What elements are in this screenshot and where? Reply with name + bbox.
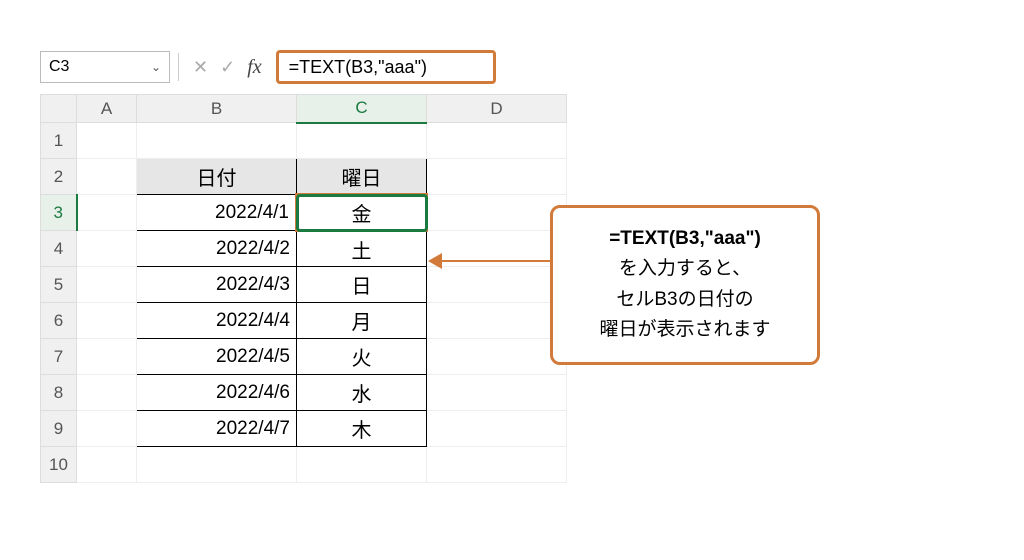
name-box-value: C3 — [49, 58, 69, 76]
cell-c8[interactable]: 水 — [297, 375, 427, 411]
cell-d1[interactable] — [427, 123, 567, 159]
cell-a4[interactable] — [77, 231, 137, 267]
cell-a3[interactable] — [77, 195, 137, 231]
col-header-d[interactable]: D — [427, 95, 567, 123]
toolbar-divider — [178, 53, 179, 81]
cell-a8[interactable] — [77, 375, 137, 411]
cell-b10[interactable] — [137, 447, 297, 483]
row-header-3[interactable]: 3 — [41, 195, 77, 231]
cell-a5[interactable] — [77, 267, 137, 303]
cell-c1[interactable] — [297, 123, 427, 159]
annotation-arrow-line — [435, 260, 550, 262]
row-header-1[interactable]: 1 — [41, 123, 77, 159]
cell-d7[interactable] — [427, 339, 567, 375]
col-header-a[interactable]: A — [77, 95, 137, 123]
callout-formula: =TEXT(B3,"aaa") — [565, 224, 805, 254]
cell-c4[interactable]: 土 — [297, 231, 427, 267]
annotation-callout: =TEXT(B3,"aaa") を入力すると、 セルB3の日付の 曜日が表示され… — [550, 205, 820, 365]
cell-d2[interactable] — [427, 159, 567, 195]
cell-c10[interactable] — [297, 447, 427, 483]
spreadsheet-grid[interactable]: A B C D 1 2 日付 曜日 3 2022/4/1 金 4 — [40, 94, 994, 483]
confirm-icon[interactable]: ✓ — [220, 57, 235, 78]
cell-b2[interactable]: 日付 — [137, 159, 297, 195]
cell-a6[interactable] — [77, 303, 137, 339]
cell-a9[interactable] — [77, 411, 137, 447]
cell-d10[interactable] — [427, 447, 567, 483]
name-box[interactable]: C3 ⌄ — [40, 51, 170, 83]
cell-b8[interactable]: 2022/4/6 — [137, 375, 297, 411]
formula-toolbar: C3 ⌄ ✕ ✓ fx =TEXT(B3,"aaa") — [40, 50, 994, 84]
row-header-6[interactable]: 6 — [41, 303, 77, 339]
row-header-8[interactable]: 8 — [41, 375, 77, 411]
cell-b1[interactable] — [137, 123, 297, 159]
callout-line2: を入力すると、 — [565, 254, 805, 284]
formula-bar-value[interactable]: =TEXT(B3,"aaa") — [289, 57, 427, 78]
cell-b5[interactable]: 2022/4/3 — [137, 267, 297, 303]
cell-a1[interactable] — [77, 123, 137, 159]
cell-d8[interactable] — [427, 375, 567, 411]
callout-line4: 曜日が表示されます — [565, 315, 805, 345]
cell-d3[interactable] — [427, 195, 567, 231]
cell-c7[interactable]: 火 — [297, 339, 427, 375]
row-header-2[interactable]: 2 — [41, 159, 77, 195]
col-header-c[interactable]: C — [297, 95, 427, 123]
cell-b3[interactable]: 2022/4/1 — [137, 195, 297, 231]
select-all-corner[interactable] — [41, 95, 77, 123]
cell-c2[interactable]: 曜日 — [297, 159, 427, 195]
cell-d6[interactable] — [427, 303, 567, 339]
row-header-7[interactable]: 7 — [41, 339, 77, 375]
cell-c5[interactable]: 日 — [297, 267, 427, 303]
cell-c6[interactable]: 月 — [297, 303, 427, 339]
formula-bar-highlight: =TEXT(B3,"aaa") — [276, 50, 496, 84]
cell-b9[interactable]: 2022/4/7 — [137, 411, 297, 447]
cell-d9[interactable] — [427, 411, 567, 447]
chevron-down-icon[interactable]: ⌄ — [151, 60, 161, 74]
cell-a2[interactable] — [77, 159, 137, 195]
annotation-arrow-head-icon — [428, 253, 442, 269]
cancel-icon[interactable]: ✕ — [193, 57, 208, 78]
cell-a7[interactable] — [77, 339, 137, 375]
formula-bar-buttons: ✕ ✓ fx — [187, 56, 268, 79]
col-header-b[interactable]: B — [137, 95, 297, 123]
cell-c3[interactable]: 金 — [297, 195, 427, 231]
row-header-4[interactable]: 4 — [41, 231, 77, 267]
cell-a10[interactable] — [77, 447, 137, 483]
cell-c9[interactable]: 木 — [297, 411, 427, 447]
cell-b6[interactable]: 2022/4/4 — [137, 303, 297, 339]
cell-d5[interactable] — [427, 267, 567, 303]
row-header-10[interactable]: 10 — [41, 447, 77, 483]
cell-b4[interactable]: 2022/4/2 — [137, 231, 297, 267]
cell-b7[interactable]: 2022/4/5 — [137, 339, 297, 375]
fx-icon[interactable]: fx — [247, 56, 261, 79]
row-header-9[interactable]: 9 — [41, 411, 77, 447]
row-header-5[interactable]: 5 — [41, 267, 77, 303]
column-header-row: A B C D — [41, 95, 567, 123]
callout-line3: セルB3の日付の — [565, 285, 805, 315]
